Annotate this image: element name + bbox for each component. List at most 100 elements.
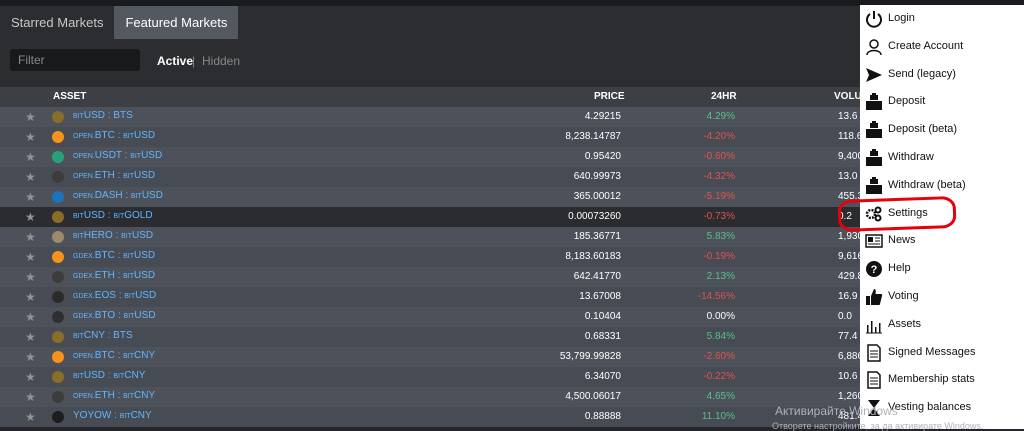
menu-item-membership-stats[interactable]: Membership stats (860, 366, 1024, 394)
market-pair-link[interactable]: OPEN.BTC : BITUSD (73, 130, 155, 141)
table-row[interactable]: ★ OPEN.ETH : BITUSD 640.99973 -4.32% 13.0 (0, 167, 860, 187)
pair-separator: : (104, 330, 114, 341)
price-cell: 185.36771 (573, 231, 621, 242)
star-icon[interactable]: ★ (25, 390, 36, 404)
table-row[interactable]: ★ OPEN.BTC : BITCNY 53,799.99828 -2.60% 6,88… (0, 347, 871, 367)
menu-item-send-legacy[interactable]: Send (legacy) (860, 61, 1024, 89)
market-pair-link[interactable]: OPEN.BTC : BITCNY (73, 350, 155, 361)
menu-item-login[interactable]: Login (860, 5, 1024, 33)
news-icon (865, 232, 883, 250)
table-row[interactable]: ★ BITHERO : BITUSD 185.36771 5.83% 1,930.0 (0, 227, 871, 247)
market-pair-link[interactable]: OPEN.ETH : BITUSD (73, 170, 155, 181)
table-row[interactable]: ★ OPEN.BTC : BITUSD 8,238.14787 -4.20% 118.6 (0, 127, 862, 147)
pair-separator: : (114, 390, 124, 401)
quote-prefix: BIT (113, 373, 125, 380)
table-row[interactable]: ★ BITCNY : BTS 0.68331 5.84% 77.4 (0, 327, 860, 347)
market-pair-link[interactable]: BITCNY : BTS (73, 330, 133, 341)
star-icon[interactable]: ★ (25, 370, 36, 384)
table-row[interactable]: ★ GDEX.BTC : BITUSD 8,183.60183 -0.19% 9,616… (0, 247, 871, 267)
header-price[interactable]: PRICE (594, 91, 625, 102)
market-pair-link[interactable]: GDEX.BTC : BITUSD (73, 250, 155, 261)
table-row[interactable]: ★ GDEX.BTO : BITUSD 0.10404 0.00% 0.0 (0, 307, 860, 327)
table-row[interactable]: ★ YOYOW : BITCNY 0.88888 11.10% 481.4 (0, 407, 863, 427)
base-asset: BTO (94, 310, 116, 321)
table-row[interactable]: ★ OPEN.DASH : BITUSD 365.00012 -5.19% 455.3 (0, 187, 863, 207)
star-icon[interactable]: ★ (25, 290, 36, 304)
star-icon[interactable]: ★ (25, 130, 36, 144)
menu-item-deposit-beta[interactable]: Deposit (beta) (860, 116, 1024, 144)
market-pair-link[interactable]: OPEN.USDT : BITUSD (73, 150, 162, 161)
volume-cell: 16.9 (838, 291, 858, 302)
table-body: ★ BITUSD : BTS 4.29215 4.29% 13.6 ★ OPEN.BTC :… (0, 107, 871, 427)
pair-separator: : (115, 290, 125, 301)
toggle-separator: | (192, 54, 196, 68)
market-pair-link[interactable]: GDEX.EOS : BITUSD (73, 290, 156, 301)
market-pair-link[interactable]: YOYOW : BITCNY (73, 410, 152, 421)
table-row[interactable]: ★ GDEX.EOS : BITUSD 13.67008 -14.56% 16.9 (0, 287, 860, 307)
base-asset: USD (83, 370, 106, 381)
quote-asset: USD (132, 230, 154, 241)
active-toggle[interactable]: Active (157, 54, 193, 68)
star-icon[interactable]: ★ (25, 150, 36, 164)
market-pair-link[interactable]: BITUSD : BITGOLD (73, 210, 153, 221)
pair-separator: : (114, 270, 124, 281)
base-prefix: GDEX. (73, 313, 95, 320)
pair-separator: : (111, 410, 120, 421)
menu-item-signed-messages[interactable]: Signed Messages (860, 339, 1024, 367)
star-icon[interactable]: ★ (25, 230, 36, 244)
quote-asset: CNY (134, 350, 156, 361)
table-row[interactable]: ★ BITUSD : BITGOLD 0.00073260 -0.73% 0.2 (0, 207, 860, 227)
menu-item-withdraw-beta[interactable]: Withdraw (beta) (860, 172, 1024, 200)
market-pair-link[interactable]: BITUSD : BTS (73, 110, 133, 121)
menu-item-news[interactable]: News (860, 227, 1024, 255)
price-cell: 53,799.99828 (559, 351, 621, 362)
price-cell: 365.00012 (573, 191, 621, 202)
volume-cell: 10.6 (838, 371, 858, 382)
table-row[interactable]: ★ OPEN.ETH : BITCNY 4,500.06017 4.65% 1,260.… (0, 387, 871, 407)
market-pair-link[interactable]: GDEX.ETH : BITUSD (73, 270, 155, 281)
quote-asset: USD (141, 150, 163, 161)
menu-item-assets[interactable]: Assets (860, 311, 1024, 339)
star-icon[interactable]: ★ (25, 310, 36, 324)
star-icon[interactable]: ★ (25, 170, 36, 184)
market-pair-link[interactable]: OPEN.ETH : BITCNY (73, 390, 155, 401)
price-cell: 0.00073260 (568, 211, 621, 222)
header-volume[interactable]: VOLU (834, 91, 862, 102)
hidden-toggle[interactable]: Hidden (202, 54, 240, 68)
menu-item-deposit[interactable]: Deposit (860, 88, 1024, 116)
star-icon[interactable]: ★ (25, 210, 36, 224)
market-pair-link[interactable]: BITHERO : BITUSD (73, 230, 153, 241)
dash-icon (52, 191, 64, 203)
bitusd-icon (52, 371, 64, 383)
menu-item-voting[interactable]: Voting (860, 283, 1024, 311)
table-row[interactable]: ★ BITUSD : BITCNY 6.34070 -0.22% 10.6 (0, 367, 860, 387)
star-icon[interactable]: ★ (25, 250, 36, 264)
menu-item-settings[interactable]: Settings (860, 200, 1024, 228)
menu-item-help[interactable]: ? Help (860, 255, 1024, 283)
quote-asset: USD (134, 310, 156, 321)
star-icon[interactable]: ★ (25, 110, 36, 124)
star-icon[interactable]: ★ (25, 330, 36, 344)
quote-asset: BTS (113, 330, 133, 341)
filter-input[interactable] (10, 49, 140, 71)
menu-item-withdraw[interactable]: Withdraw (860, 144, 1024, 172)
market-pair-link[interactable]: OPEN.DASH : BITUSD (73, 190, 163, 201)
change-cell: -0.19% (703, 251, 735, 262)
market-pair-link[interactable]: BITUSD : BITCNY (73, 370, 145, 381)
tab-featured-markets[interactable]: Featured Markets (114, 6, 239, 39)
table-row[interactable]: ★ BITUSD : BTS 4.29215 4.29% 13.6 (0, 107, 860, 127)
table-row[interactable]: ★ GDEX.ETH : BITUSD 642.41770 2.13% 429.8 (0, 267, 863, 287)
table-row[interactable]: ★ OPEN.USDT : BITUSD 0.95420 -0.60% 9,400.6 (0, 147, 871, 167)
star-icon[interactable]: ★ (25, 190, 36, 204)
header-asset[interactable]: ASSET (53, 91, 86, 102)
star-icon[interactable]: ★ (25, 410, 36, 424)
price-cell: 4,500.06017 (565, 391, 621, 402)
menu-item-label: Withdraw (888, 151, 934, 163)
star-icon[interactable]: ★ (25, 270, 36, 284)
menu-item-create-account[interactable]: Create Account (860, 33, 1024, 61)
tab-starred-markets[interactable]: Starred Markets (0, 6, 114, 39)
menu-item-label: Login (888, 12, 915, 24)
header-24hr[interactable]: 24HR (711, 91, 737, 102)
market-pair-link[interactable]: GDEX.BTO : BITUSD (73, 310, 156, 321)
star-icon[interactable]: ★ (25, 350, 36, 364)
